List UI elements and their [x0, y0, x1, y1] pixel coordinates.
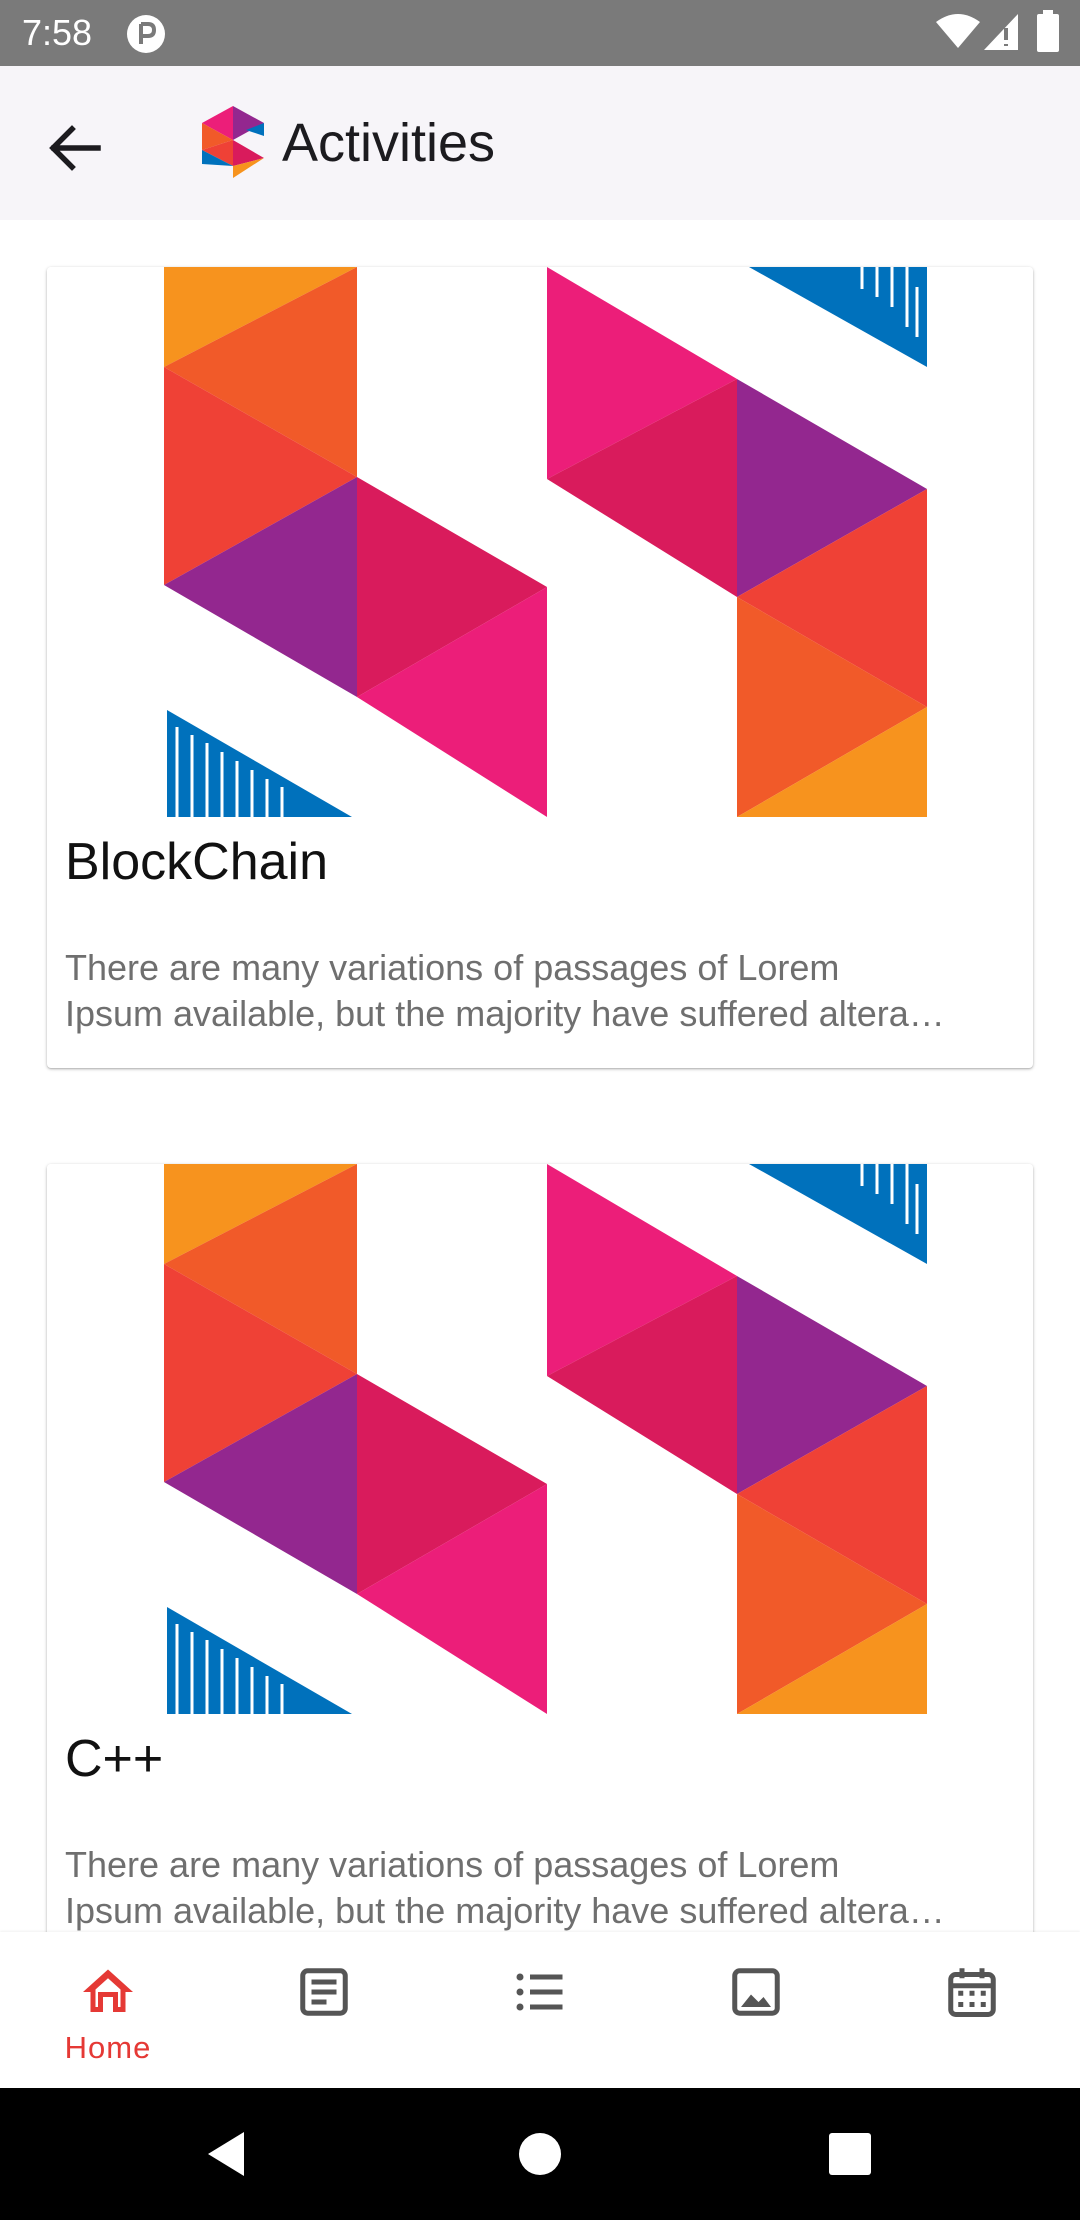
- notification-p-icon: [127, 15, 165, 53]
- activity-title: BlockChain: [65, 833, 329, 891]
- system-recents-icon[interactable]: [820, 2124, 880, 2184]
- status-time: 7:58: [22, 12, 93, 53]
- activities-list[interactable]: BlockChain There are many variations of …: [0, 220, 1080, 1932]
- activity-image: [47, 267, 1033, 817]
- page-title: Activities: [282, 113, 496, 173]
- nav-item-calendar[interactable]: [864, 1932, 1080, 2088]
- image-icon: [732, 1968, 780, 2016]
- system-back-icon[interactable]: [200, 2124, 260, 2184]
- activity-image: [47, 1164, 1033, 1714]
- activity-description-line: Ipsum available, but the majority have s…: [65, 1890, 945, 1931]
- list-icon: [516, 1973, 563, 2011]
- article-icon: [300, 1968, 348, 2016]
- activity-card[interactable]: BlockChain There are many variations of …: [47, 267, 1033, 1068]
- activity-title: C++: [65, 1730, 164, 1788]
- nav-item-articles[interactable]: [216, 1932, 432, 2088]
- activity-description-line: Ipsum available, but the majority have s…: [65, 993, 945, 1034]
- nav-item-home[interactable]: Home: [0, 1932, 216, 2088]
- home-icon: [83, 1969, 133, 2012]
- screen: 7:58 Activities BlockChain There are man…: [0, 0, 1080, 2220]
- wifi-icon: [936, 14, 980, 48]
- nav-item-list[interactable]: [432, 1932, 648, 2088]
- status-bar: 7:58: [0, 0, 1080, 66]
- system-navigation-bar: [0, 2088, 1080, 2220]
- activity-description: There are many variations of passages of…: [65, 1842, 1015, 1932]
- activity-description-line: There are many variations of passages of…: [65, 1844, 840, 1885]
- calendar-icon: [948, 1968, 996, 2017]
- nav-item-gallery[interactable]: [648, 1932, 864, 2088]
- activity-description-line: There are many variations of passages of…: [65, 947, 840, 988]
- bottom-navigation: Home: [0, 1932, 1080, 2088]
- back-button[interactable]: [36, 108, 116, 188]
- app-bar: Activities: [0, 66, 1080, 220]
- activity-description: There are many variations of passages of…: [65, 945, 1015, 1037]
- nav-label-home: Home: [64, 2030, 152, 2065]
- s-logo-icon: [202, 106, 264, 178]
- system-home-icon[interactable]: [510, 2124, 570, 2184]
- arrow-left-icon: [49, 125, 101, 171]
- battery-icon: [1037, 10, 1059, 52]
- activity-card[interactable]: C++ There are many variations of passage…: [47, 1164, 1033, 1932]
- signal-icon: [984, 14, 1018, 50]
